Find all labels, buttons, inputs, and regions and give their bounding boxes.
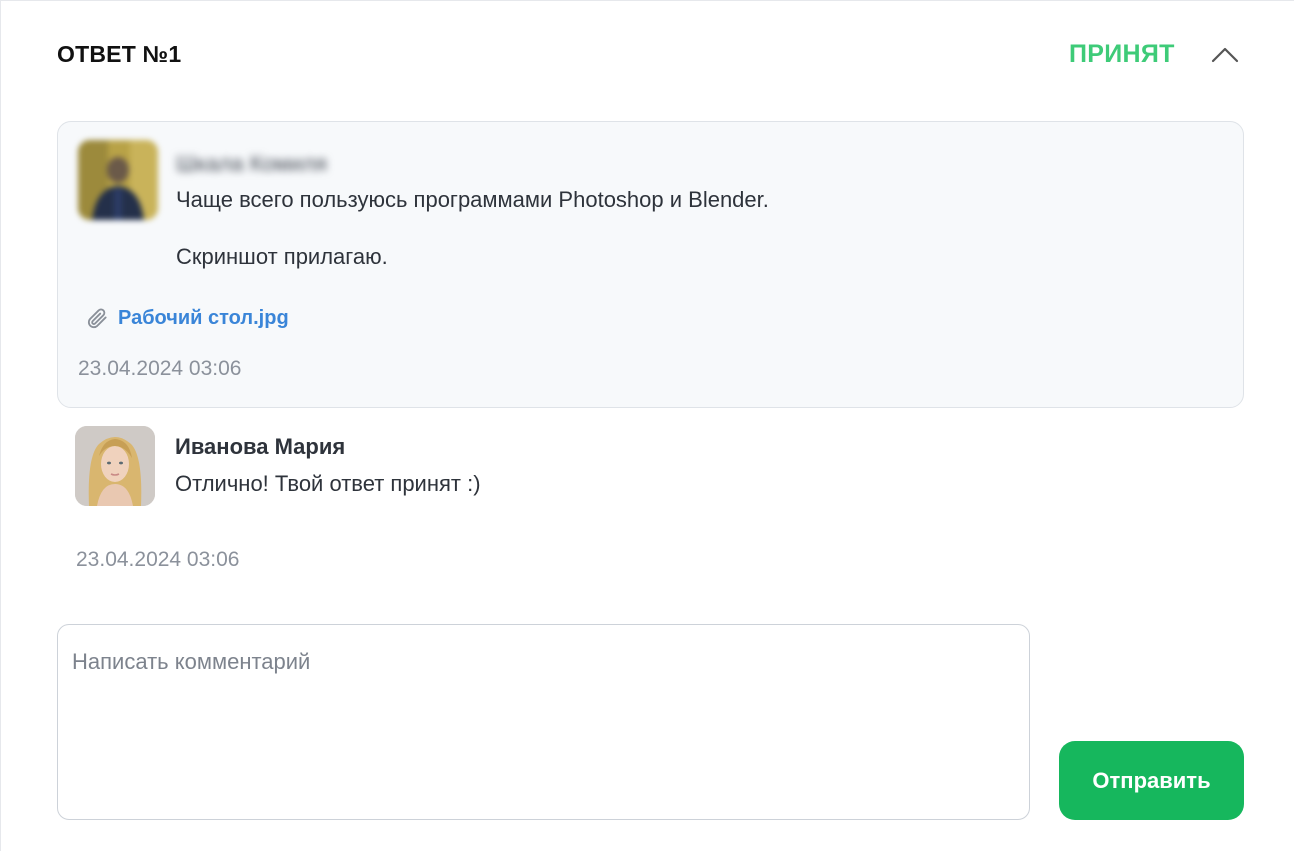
author-name: Шкала Комиля	[176, 151, 327, 176]
send-button[interactable]: Отправить	[1059, 741, 1244, 820]
answer-card: Шкала Комиля Чаще всего пользуюсь програ…	[57, 121, 1244, 408]
reply-text: Отлично! Твой ответ принят :)	[175, 471, 481, 496]
answer-timestamp: 23.04.2024 03:06	[78, 357, 242, 380]
comment-input[interactable]	[57, 624, 1030, 820]
answer-paragraph: Чаще всего пользуюсь программами Photosh…	[176, 187, 769, 212]
answer-paragraph: Скриншот прилагаю.	[176, 244, 388, 269]
answer-body: Чаще всего пользуюсь программами Photosh…	[176, 186, 1216, 300]
answer-title: ОТВЕТ №1	[57, 41, 182, 67]
status-badge: ПРИНЯТ	[1069, 40, 1175, 68]
reply-author-name: Иванова Мария	[175, 434, 346, 459]
chevron-up-icon[interactable]	[1207, 37, 1243, 73]
author-avatar	[78, 140, 158, 220]
attachment-link[interactable]: Рабочий стол.jpg	[84, 305, 289, 331]
reply-comment: Иванова Мария Отлично! Твой ответ принят…	[75, 426, 1175, 526]
reply-avatar	[75, 426, 155, 506]
paperclip-icon	[84, 305, 110, 331]
attachment-file-name[interactable]: Рабочий стол.jpg	[118, 307, 289, 330]
reply-timestamp: 23.04.2024 03:06	[76, 548, 240, 571]
answer-panel: ОТВЕТ №1 ПРИНЯТ Шкала Комиля Чаще всего …	[0, 0, 1294, 851]
